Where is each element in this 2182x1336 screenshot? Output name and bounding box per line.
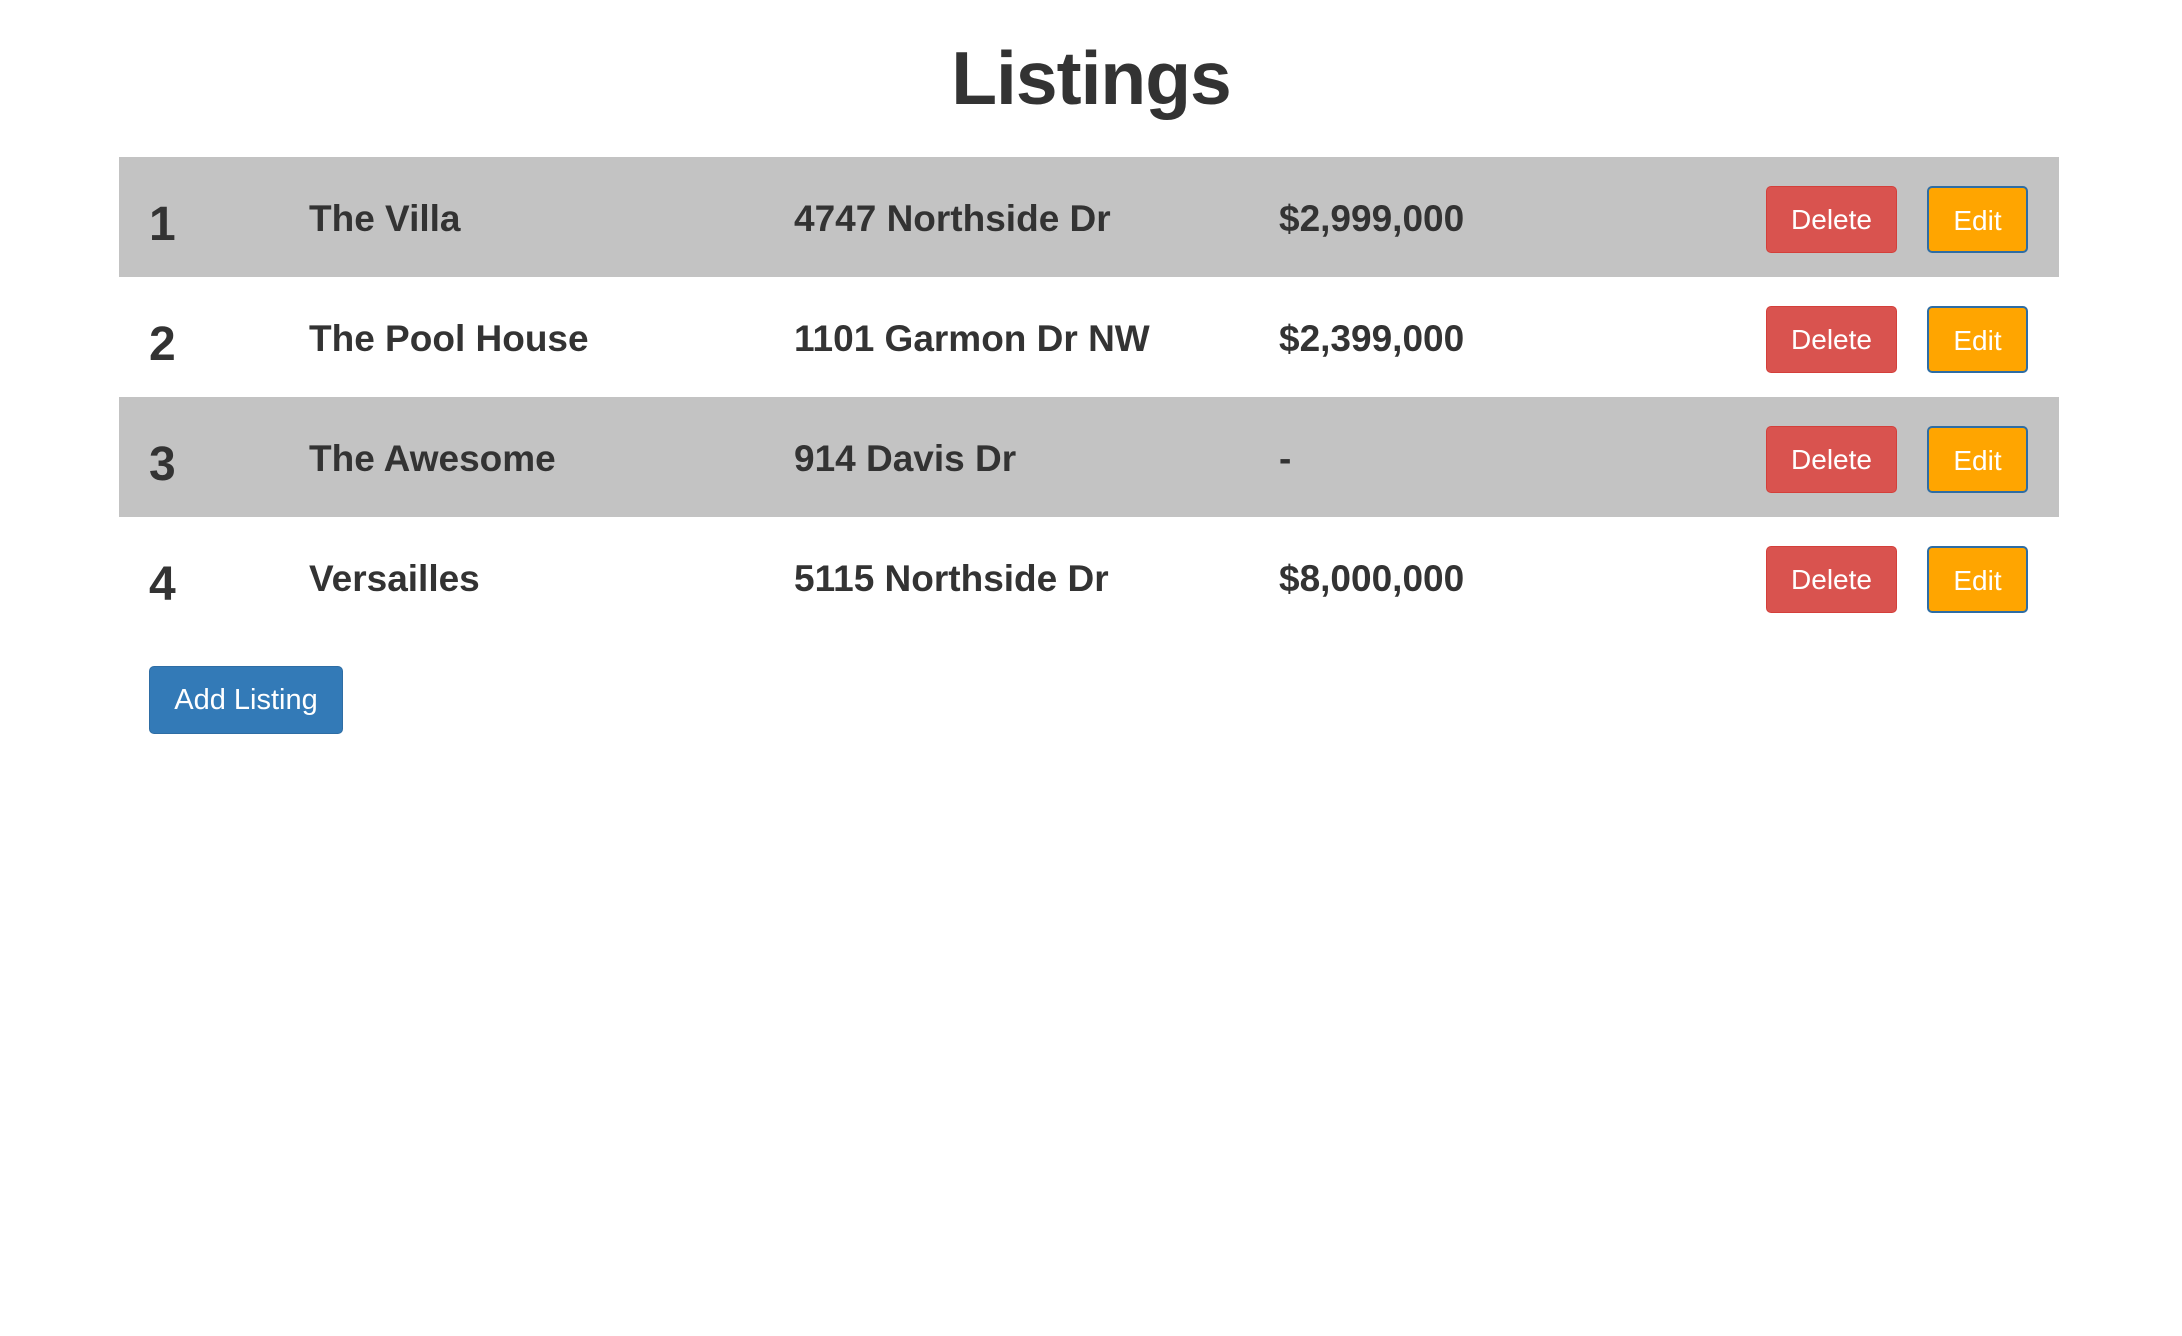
edit-button[interactable]: Edit: [1927, 426, 2028, 493]
delete-button[interactable]: Delete: [1766, 426, 1897, 493]
listing-number: 2: [149, 318, 176, 371]
listing-address: 5115 Northside Dr: [794, 558, 1109, 599]
listing-price: $2,999,000: [1279, 198, 1465, 239]
listing-name: Versailles: [309, 558, 480, 599]
edit-button[interactable]: Edit: [1927, 546, 2028, 613]
edit-button[interactable]: Edit: [1927, 186, 2028, 253]
listing-name: The Villa: [309, 198, 461, 239]
listing-address: 914 Davis Dr: [794, 438, 1017, 479]
table-row: 2 The Pool House 1101 Garmon Dr NW $2,39…: [119, 277, 2059, 397]
listing-address: 4747 Northside Dr: [794, 198, 1111, 239]
table-row: 3 The Awesome 914 Davis Dr - Delete Edit: [119, 397, 2059, 517]
listing-number: 1: [149, 198, 176, 251]
table-row: 4 Versailles 5115 Northside Dr $8,000,00…: [119, 517, 2059, 637]
listing-number: 3: [149, 438, 176, 491]
listing-number: 4: [149, 558, 176, 611]
table-row: 1 The Villa 4747 Northside Dr $2,999,000…: [119, 157, 2059, 277]
delete-button[interactable]: Delete: [1766, 306, 1897, 373]
add-listing-button[interactable]: Add Listing: [149, 666, 343, 734]
edit-button[interactable]: Edit: [1927, 306, 2028, 373]
delete-button[interactable]: Delete: [1766, 186, 1897, 253]
listing-name: The Awesome: [309, 438, 556, 479]
listing-address: 1101 Garmon Dr NW: [794, 318, 1150, 359]
listing-name: The Pool House: [309, 318, 589, 359]
listings-table: 1 The Villa 4747 Northside Dr $2,999,000…: [119, 157, 2059, 637]
listing-price: -: [1279, 438, 1292, 479]
delete-button[interactable]: Delete: [1766, 546, 1897, 613]
page-title: Listings: [951, 36, 1232, 120]
listing-price: $8,000,000: [1279, 558, 1465, 599]
listing-price: $2,399,000: [1279, 318, 1465, 359]
